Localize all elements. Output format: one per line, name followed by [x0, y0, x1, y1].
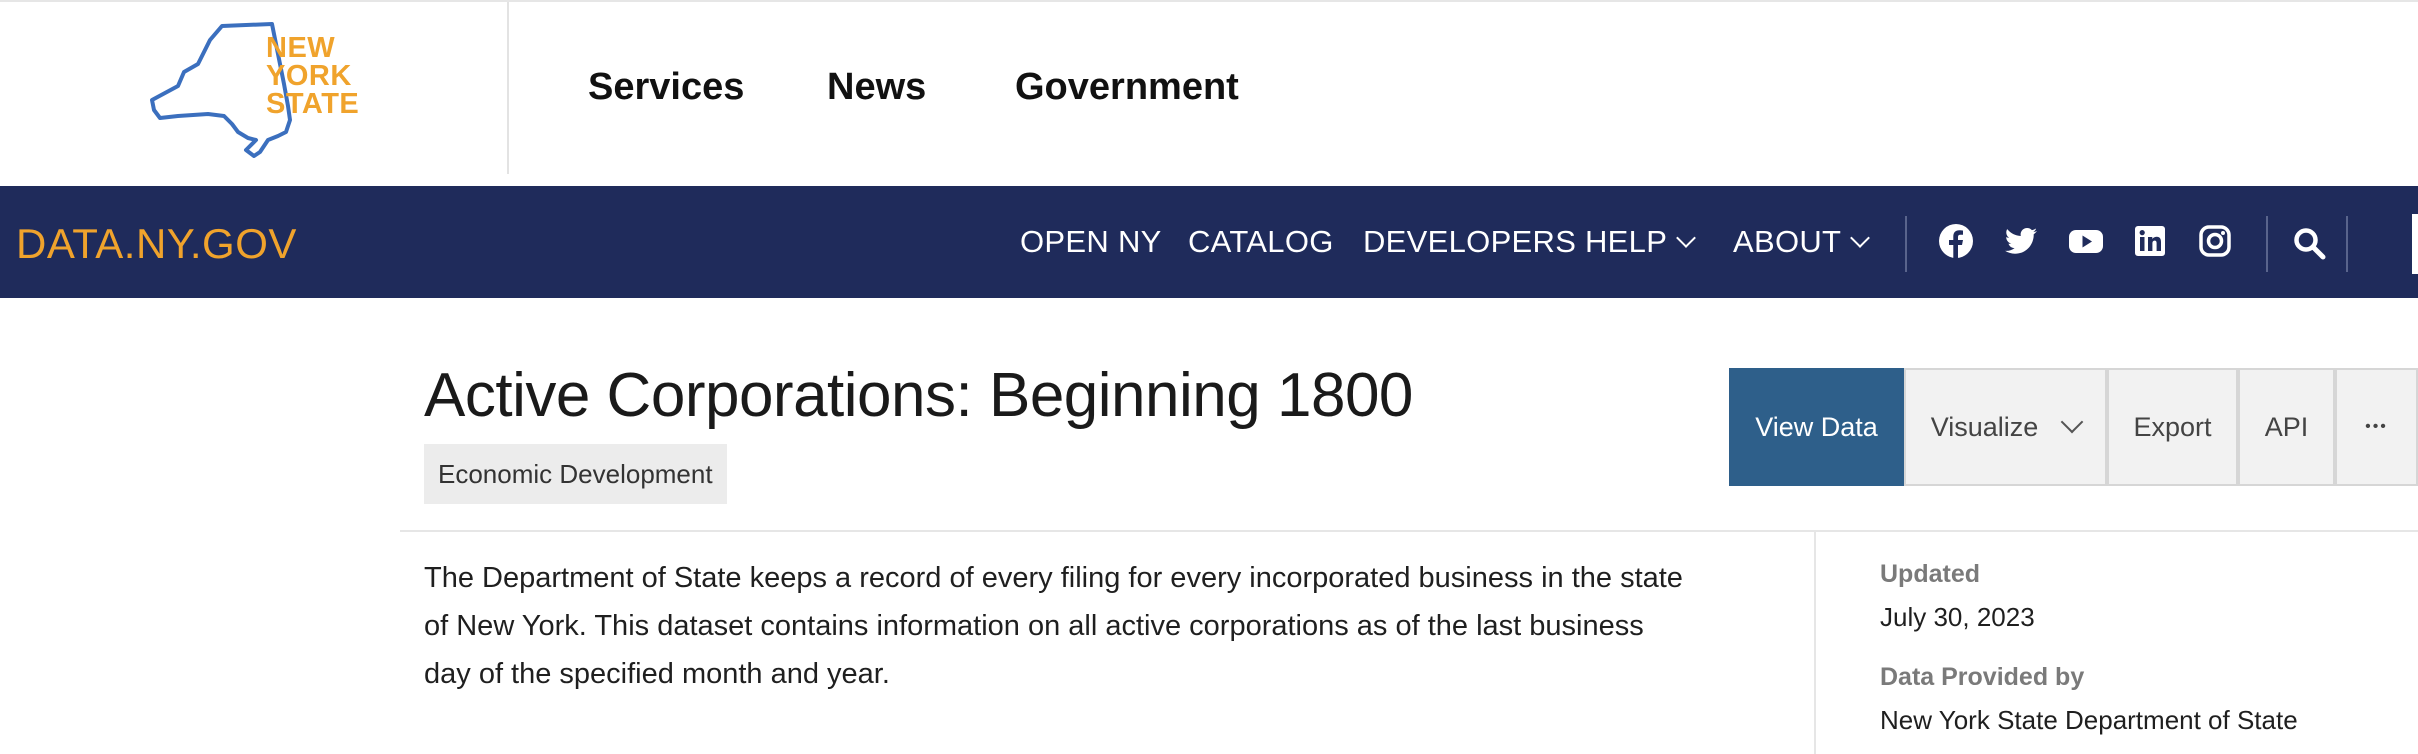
- logo-text: NEW YORK STATE: [266, 32, 360, 120]
- instagram-icon[interactable]: [2197, 223, 2233, 259]
- brand-link[interactable]: DATA.NY.GOV: [16, 220, 297, 268]
- nav-open-ny[interactable]: OPEN NY: [1020, 224, 1162, 260]
- chevron-down-icon: [1676, 228, 1697, 248]
- export-label: Export: [2133, 411, 2212, 442]
- chevron-down-icon: [2060, 410, 2084, 434]
- section-divider: [400, 530, 2418, 532]
- nav-news[interactable]: News: [827, 66, 926, 109]
- nav-catalog[interactable]: CATALOG: [1188, 224, 1334, 260]
- provider-label: Data Provided by: [1880, 663, 2085, 691]
- data-portal-navbar: DATA.NY.GOV OPEN NY CATALOG DEVELOPERS H…: [0, 186, 2418, 298]
- sidebar-divider: [1814, 532, 1816, 754]
- search-icon[interactable]: [2292, 226, 2328, 262]
- nav-about-label: ABOUT: [1733, 224, 1842, 259]
- view-data-label: View Data: [1755, 411, 1878, 442]
- dataset-title: Active Corporations: Beginning 1800: [424, 361, 1413, 430]
- logo-line-new: NEW: [266, 32, 336, 64]
- more-dots-icon: •••: [2365, 418, 2388, 435]
- more-actions-button[interactable]: •••: [2335, 368, 2418, 486]
- nav-developers[interactable]: DEVELOPERS: [1363, 224, 1576, 260]
- navbar-edge-control[interactable]: [2412, 214, 2418, 274]
- view-data-button[interactable]: View Data: [1729, 368, 1904, 486]
- navbar-divider: [2266, 216, 2268, 272]
- provider-value: New York State Department of State: [1880, 705, 2298, 735]
- youtube-icon[interactable]: [2068, 223, 2104, 259]
- category-tag[interactable]: Economic Development: [424, 444, 727, 504]
- dataset-description: The Department of State keeps a record o…: [424, 562, 1683, 690]
- twitter-icon[interactable]: [2003, 223, 2039, 259]
- linkedin-icon[interactable]: [2132, 223, 2168, 259]
- nav-government[interactable]: Government: [1015, 66, 1239, 109]
- navbar-divider: [2346, 216, 2348, 272]
- logo-line-state: STATE: [266, 88, 360, 120]
- visualize-label: Visualize: [1930, 411, 2039, 442]
- navbar-divider: [1905, 216, 1907, 272]
- nav-about-dropdown[interactable]: ABOUT: [1733, 224, 1871, 260]
- logo-line-york: YORK: [266, 60, 352, 92]
- api-label: API: [2264, 411, 2309, 442]
- nav-developers-label: DEVELOPERS: [1363, 224, 1577, 259]
- updated-label: Updated: [1880, 560, 1980, 588]
- facebook-icon[interactable]: [1938, 223, 1974, 259]
- chevron-down-icon: [1850, 228, 1871, 248]
- header-divider: [507, 2, 509, 174]
- ny-state-logo[interactable]: NEW YORK STATE: [138, 20, 368, 160]
- updated-value: July 30, 2023: [1880, 602, 2035, 632]
- nav-help-dropdown[interactable]: HELP: [1585, 224, 1697, 260]
- api-button[interactable]: API: [2238, 368, 2335, 486]
- nav-help-label: HELP: [1585, 224, 1668, 259]
- site-header: NEW YORK STATE Services News Government: [0, 0, 2418, 186]
- export-button[interactable]: Export: [2107, 368, 2238, 486]
- visualize-button[interactable]: Visualize: [1904, 368, 2107, 486]
- nav-catalog-label: CATALOG: [1188, 224, 1334, 259]
- nav-open-ny-label: OPEN NY: [1020, 224, 1162, 259]
- nav-services[interactable]: Services: [588, 66, 744, 109]
